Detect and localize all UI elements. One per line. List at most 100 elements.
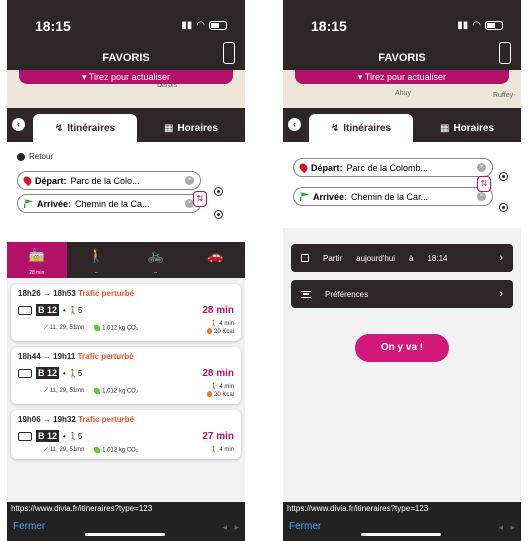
locate-icon[interactable] (499, 172, 508, 181)
filter-icon (301, 290, 311, 298)
tab-bar: ‹ ↯ Itinéraires ▦ Horaires (7, 108, 245, 142)
page-title: FAVORIS (378, 52, 426, 64)
departure-time-button[interactable]: Partir aujourd'hui à 18:14 › (291, 244, 513, 272)
pin-icon (21, 174, 34, 187)
co2: 1.012 kg CO₂ (94, 446, 138, 453)
signal-icon: ▮▮ (457, 20, 469, 31)
locate-icon[interactable] (499, 203, 508, 212)
co2: 1.012 kg CO₂ (94, 324, 138, 331)
traffic-status: Trafic perturbé (78, 415, 135, 424)
pull-to-refresh[interactable]: ▾ Tirez pour actualiser (295, 70, 509, 84)
page-title: FAVORIS (102, 52, 150, 64)
walk-count: • 🚶5 (63, 368, 83, 378)
result-times: 18h26 → 18h53 (18, 289, 76, 298)
tab-schedules[interactable]: ▦ Horaires (413, 114, 521, 142)
battery-icon (485, 21, 503, 30)
bus-icon (18, 431, 32, 441)
route-icon: ↯ (54, 122, 64, 134)
result-duration: 28 min (202, 367, 234, 379)
line-badge: B 12 (36, 430, 60, 442)
mode-duration: -- (94, 270, 98, 276)
pin-icon (297, 161, 310, 174)
arrivee-field[interactable]: Arrivée: Chemin de la Ca... × (17, 194, 201, 213)
status-bar: 18:15 ▮▮ ◠ (7, 0, 245, 46)
go-button[interactable]: On y va ! (355, 334, 449, 362)
clear-icon[interactable]: × (477, 192, 486, 201)
stops: ⟋ 11, 29, 51mn (44, 446, 85, 453)
arrivee-value: Chemin de la Ca... (75, 198, 150, 209)
home-indicator (361, 533, 441, 536)
back-icon[interactable]: ‹ (288, 118, 301, 131)
stops: ⟋ 11, 29, 51mn (44, 324, 85, 331)
mode-transport[interactable]: 🚋 28 min (7, 242, 67, 278)
itinerary-form: Départ: Parc de la Colomb... × Arrivée: … (283, 142, 521, 228)
stops: ⟋ 11, 29, 51mn (44, 387, 85, 394)
map-label: Ruffey- (493, 92, 516, 99)
line-badge: B 12 (36, 367, 60, 379)
depart-field[interactable]: Départ: Parc de la Colo... × (17, 171, 201, 190)
close-button[interactable]: Fermer (289, 521, 321, 532)
tab-schedules[interactable]: ▦ Horaires (137, 114, 245, 142)
chevron-right-icon: › (499, 252, 503, 264)
results-list: 18h26 → 18h53 Trafic perturbé B 12 • 🚶5 28… (7, 278, 245, 471)
map-label: Ahuy (395, 90, 411, 97)
browser-bottom-bar: Fermer ◂ ▸ (283, 516, 521, 541)
itinerary-form: Retour Départ: Parc de la Colo... × Arri… (7, 142, 245, 242)
preferences-button[interactable]: Préférences › (291, 280, 513, 308)
car-icon: 🚗 (207, 248, 224, 263)
clear-icon[interactable]: × (185, 176, 194, 185)
result-card[interactable]: 19h06 → 19h32 Trafic perturbé B 12 • 🚶5 27… (11, 410, 241, 459)
flag-icon (24, 199, 33, 208)
kcal: 20 Kcal (207, 392, 234, 398)
depart-value: Parc de la Colo... (70, 175, 140, 186)
arrivee-label: Arrivée: (37, 198, 72, 209)
tab-itineraries[interactable]: ↯ Itinéraires (33, 114, 137, 142)
tram-icon: 🚋 (28, 248, 45, 263)
depart-value: Parc de la Colomb... (346, 162, 429, 173)
depart-label: Départ: (311, 162, 343, 173)
status-icons: ▮▮ ◠ (457, 20, 503, 31)
locate-icon[interactable] (214, 187, 223, 196)
status-bar: 18:15 ▮▮ ◠ (283, 0, 521, 46)
prefs-label: Préférences (325, 289, 369, 299)
browser-bottom-bar: Fermer ◂ ▸ (7, 516, 245, 541)
tab-itineraries[interactable]: ↯ Itinéraires (309, 114, 413, 142)
mode-car[interactable]: 🚗 (186, 242, 246, 278)
tab-label: Itinéraires (343, 122, 392, 134)
account-icon[interactable] (499, 42, 511, 64)
nav-arrows-icon[interactable]: ◂ ▸ (222, 516, 239, 538)
depart-at: à (409, 253, 414, 263)
mode-bike[interactable]: 🚲 -- (126, 242, 186, 278)
back-link[interactable]: Retour (17, 152, 235, 161)
close-button[interactable]: Fermer (13, 521, 45, 532)
app-header: FAVORIS (283, 42, 521, 70)
swap-icon[interactable]: ⇅ (477, 176, 491, 192)
back-icon[interactable]: ‹ (12, 118, 25, 131)
walk-icon: 🚶 (88, 248, 105, 263)
depart-field[interactable]: Départ: Parc de la Colomb... × (293, 158, 493, 177)
url-bar[interactable]: https://www.divia.fr/itineraires?type=12… (283, 502, 521, 516)
depart-label: Partir (323, 253, 343, 263)
mode-duration: -- (154, 270, 158, 276)
signal-icon: ▮▮ (181, 20, 193, 31)
arrivee-field[interactable]: Arrivée: Chemin de la Car... × (293, 187, 493, 206)
mode-walk[interactable]: 🚶 -- (67, 242, 127, 278)
chevron-right-icon: › (499, 288, 503, 300)
locate-icon[interactable] (214, 210, 223, 219)
line-badge: B 12 (36, 304, 60, 316)
tab-label: Horaires (453, 122, 495, 134)
phone-form: 18:15 ▮▮ ◠ FAVORIS ▾ Tirez pour actualise… (283, 0, 521, 541)
url-bar[interactable]: https://www.divia.fr/itineraires?type=12… (7, 502, 245, 516)
account-icon[interactable] (223, 42, 235, 64)
pull-to-refresh[interactable]: ▾ Tirez pour actualiser (19, 70, 233, 84)
result-card[interactable]: 18h44 → 19h11 Trafic perturbé B 12 • 🚶5 28… (11, 347, 241, 404)
swap-icon[interactable]: ⇅ (193, 191, 207, 207)
result-duration: 28 min (202, 304, 234, 316)
result-card[interactable]: 18h26 → 18h53 Trafic perturbé B 12 • 🚶5 28… (11, 284, 241, 341)
depart-label: Départ: (35, 175, 67, 186)
nav-arrows-icon[interactable]: ◂ ▸ (498, 516, 515, 538)
arrivee-label: Arrivée: (313, 191, 348, 202)
clear-icon[interactable]: × (477, 163, 486, 172)
depart-when: aujourd'hui (356, 253, 396, 263)
traffic-status: Trafic perturbé (78, 289, 135, 298)
